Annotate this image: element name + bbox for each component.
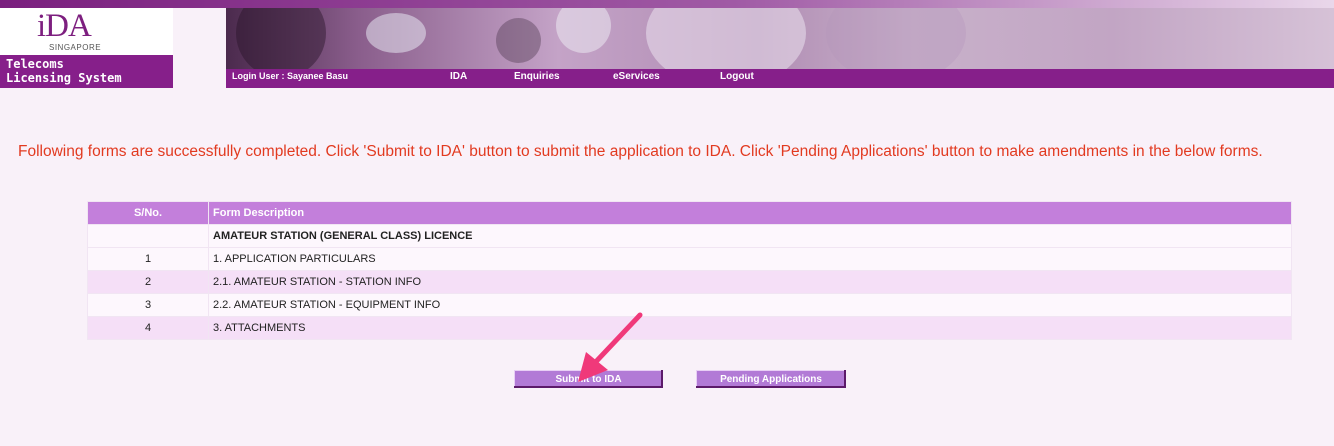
completion-message: Following forms are successfully complet… [18, 143, 1263, 160]
section-sno [87, 224, 209, 248]
row-description: 1. APPLICATION PARTICULARS [208, 247, 1292, 271]
ida-logo[interactable]: iDA SINGAPORE [0, 8, 173, 55]
completed-forms-table: S/No. Form Description AMATEUR STATION (… [87, 201, 1292, 340]
system-title-line1: Telecoms [6, 57, 64, 71]
table-header-row: S/No. Form Description [87, 201, 1292, 225]
nav-logout[interactable]: Logout [720, 71, 754, 82]
header-banner-image [226, 8, 1334, 69]
submit-to-ida-button[interactable]: Submit to IDA [514, 370, 663, 388]
nav-ida[interactable]: IDA [450, 71, 467, 82]
row-sno: 2 [87, 270, 209, 294]
row-sno: 1 [87, 247, 209, 271]
row-description: 3. ATTACHMENTS [208, 316, 1292, 340]
logo-country: SINGAPORE [49, 43, 102, 52]
table-row: 4 3. ATTACHMENTS [87, 316, 1292, 340]
row-sno: 3 [87, 293, 209, 317]
nav-eservices[interactable]: eServices [613, 71, 660, 82]
row-description: 2.2. AMATEUR STATION - EQUIPMENT INFO [208, 293, 1292, 317]
section-row: AMATEUR STATION (GENERAL CLASS) LICENCE [87, 224, 1292, 248]
logo-brand: iDA [37, 8, 92, 44]
top-navigation: Login User : Sayanee Basu IDA Enquiries … [226, 69, 1334, 88]
pending-applications-button[interactable]: Pending Applications [696, 370, 846, 388]
sno-header: S/No. [87, 201, 209, 225]
section-title: AMATEUR STATION (GENERAL CLASS) LICENCE [208, 224, 1292, 248]
top-stripe [0, 0, 1334, 8]
table-row: 1 1. APPLICATION PARTICULARS [87, 247, 1292, 271]
table-row: 3 2.2. AMATEUR STATION - EQUIPMENT INFO [87, 293, 1292, 317]
system-title-line2: Licensing System [6, 71, 122, 85]
login-user-label: Login User : Sayanee Basu [232, 71, 349, 81]
nav-enquiries[interactable]: Enquiries [514, 71, 560, 82]
row-description: 2.1. AMATEUR STATION - STATION INFO [208, 270, 1292, 294]
system-title: Telecoms Licensing System [0, 55, 173, 88]
row-sno: 4 [87, 316, 209, 340]
table-row: 2 2.1. AMATEUR STATION - STATION INFO [87, 270, 1292, 294]
description-header: Form Description [208, 201, 1292, 225]
